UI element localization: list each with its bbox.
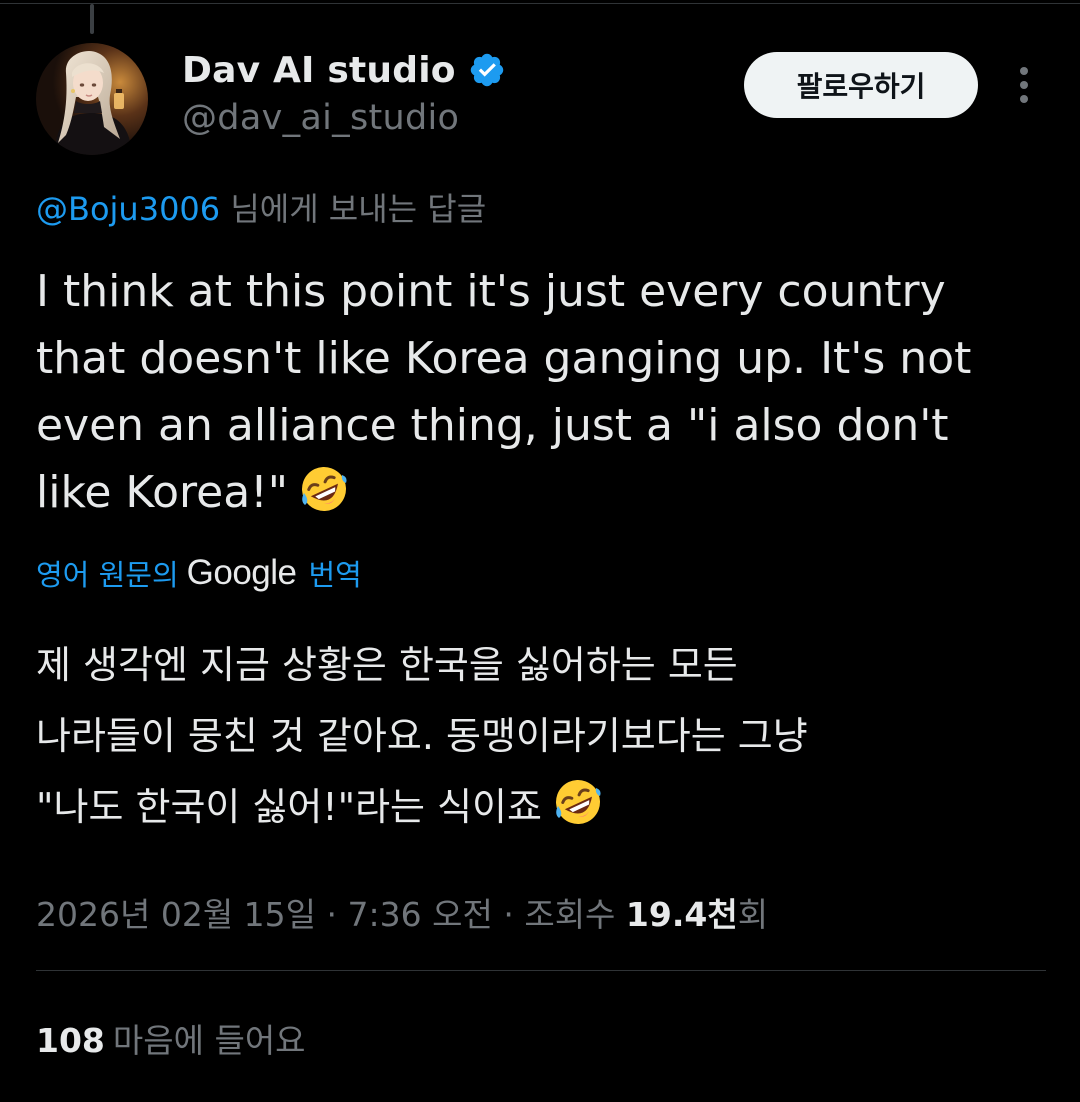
reply-context-suffix: 님에게 보내는 답글 — [230, 190, 487, 228]
author-name-row[interactable]: Dav AI studio — [182, 48, 506, 92]
translated-text: 제 생각엔 지금 상황은 한국을 싫어하는 모든 나라들이 뭉친 것 같아요. … — [36, 630, 1046, 851]
likes-label: 마음에 들어요 — [112, 1021, 306, 1060]
views-label: 조회수 — [524, 895, 616, 934]
thread-connector-line — [90, 4, 94, 34]
verified-badge-icon[interactable] — [468, 51, 506, 89]
translation-action-label[interactable]: 번역 — [309, 552, 362, 594]
avatar[interactable] — [36, 43, 148, 155]
google-logo: Google — [186, 553, 297, 592]
views-count: 19.4천 — [625, 895, 738, 934]
translation-attribution: 영어 원문의 Google 번역 — [36, 552, 362, 594]
author-display-name[interactable]: Dav AI studio — [182, 50, 456, 91]
translated-last-line: "나도 한국이 싫어!"라는 식이죠 — [36, 772, 1046, 851]
tweet-date[interactable]: 2026년 02월 15일 — [36, 895, 316, 934]
tweet-line: even an alliance thing, just a "i also d… — [36, 400, 949, 451]
more-vertical-icon — [1020, 67, 1028, 103]
likes-count: 108 — [36, 1021, 105, 1060]
more-options-button[interactable] — [1004, 62, 1044, 108]
avatar-image — [36, 43, 148, 155]
reply-context: @Boju3006 님에게 보내는 답글 — [36, 184, 486, 230]
rolling-laughing-emoji-icon — [298, 463, 350, 534]
tweet-line: like Korea!" — [36, 467, 289, 518]
meta-separator: · — [492, 895, 525, 934]
tweet-line: I think at this point it's just every co… — [36, 266, 946, 317]
stats-divider — [36, 970, 1046, 971]
translation-source-label[interactable]: 영어 원문의 — [36, 552, 179, 594]
rolling-laughing-emoji-icon — [552, 776, 604, 851]
top-divider — [0, 3, 1080, 4]
tweet-line: that doesn't like Korea ganging up. It's… — [36, 333, 972, 384]
meta-separator: · — [316, 895, 348, 934]
translated-line: 제 생각엔 지금 상황은 한국을 싫어하는 모든 — [36, 643, 738, 687]
tweet-time[interactable]: 7:36 오전 — [348, 895, 493, 934]
tweet-last-line: like Korea!" — [36, 459, 1036, 534]
translated-line: "나도 한국이 싫어!"라는 식이죠 — [36, 785, 542, 829]
views-suffix: 회 — [737, 895, 769, 934]
follow-button[interactable]: 팔로우하기 — [744, 52, 978, 118]
translated-line: 나라들이 뭉친 것 같아요. 동맹이라기보다는 그냥 — [36, 714, 808, 758]
reply-mention-link[interactable]: @Boju3006 — [36, 190, 220, 228]
likes-stat[interactable]: 108 마음에 들어요 — [36, 1014, 306, 1062]
author-handle[interactable]: @dav_ai_studio — [182, 98, 459, 138]
tweet-metadata: 2026년 02월 15일 · 7:36 오전 · 조회수 19.4천회 — [36, 888, 768, 936]
tweet-text: I think at this point it's just every co… — [36, 258, 1036, 534]
